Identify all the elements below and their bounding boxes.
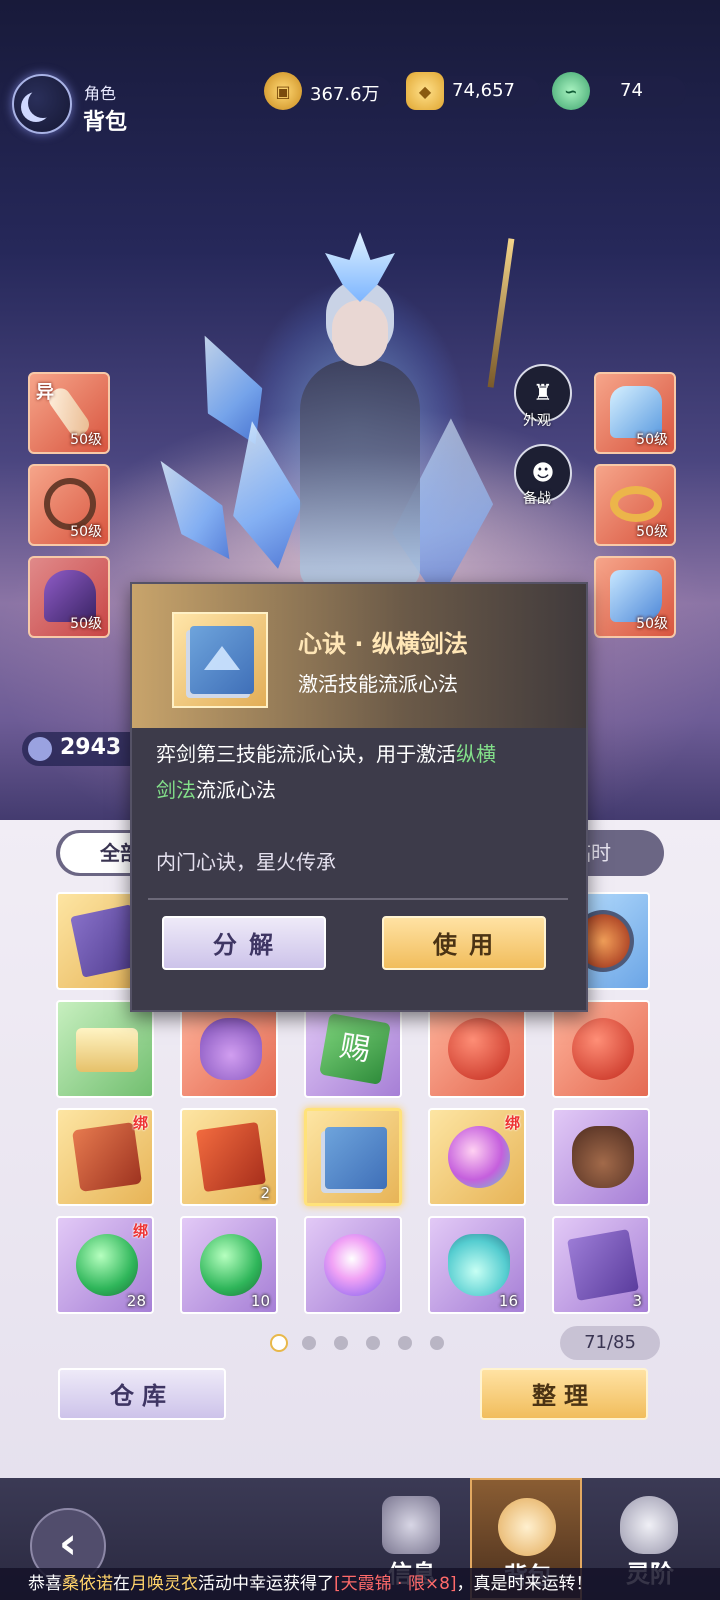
- item-cell[interactable]: [552, 1108, 650, 1206]
- page-dot[interactable]: [302, 1336, 316, 1350]
- item-description: 弈剑第三技能流派心诀，用于激活纵横 剑法流派心法: [156, 742, 496, 802]
- gift-card-icon: 赐: [319, 1013, 391, 1085]
- page-dot[interactable]: [430, 1336, 444, 1350]
- item-cell[interactable]: 3: [552, 1216, 650, 1314]
- equip-slot-boots[interactable]: 50级: [594, 556, 676, 638]
- bag-icon: [498, 1498, 556, 1556]
- equip-slot-hat[interactable]: 50级: [28, 556, 110, 638]
- green-orb-icon: [200, 1234, 262, 1296]
- tooltip-item-icon: [172, 612, 268, 708]
- item-name: 心诀 · 纵横剑法: [298, 630, 468, 658]
- bound-badge: 绑: [132, 1222, 148, 1240]
- equip-slot-pendant[interactable]: 异 50级: [28, 372, 110, 454]
- item-cell[interactable]: 16: [428, 1216, 526, 1314]
- tofu-icon: [76, 1028, 138, 1072]
- bound-badge: 绑: [504, 1114, 520, 1132]
- moon-logo-icon: [12, 74, 72, 134]
- item-cell[interactable]: [428, 1000, 526, 1098]
- item-cell[interactable]: 绑 28: [56, 1216, 154, 1314]
- tooltip-header: 心诀 · 纵横剑法 激活技能流派心法: [132, 584, 586, 728]
- item-cell[interactable]: [56, 1000, 154, 1098]
- equip-slot-bracelet[interactable]: 50级: [28, 464, 110, 546]
- equip-slot-armor[interactable]: 50级: [594, 372, 676, 454]
- purple-book-icon: [567, 1229, 639, 1301]
- item-subtitle: 激活技能流派心法: [298, 672, 458, 696]
- header-subtitle: 角色: [84, 84, 117, 103]
- gem-icon: [324, 1234, 386, 1296]
- appearance-label: 外观: [523, 413, 551, 429]
- item-cell[interactable]: 绑: [56, 1108, 154, 1206]
- use-button[interactable]: 使 用: [382, 916, 546, 970]
- currency-coin[interactable]: ▣ 367.6万: [264, 72, 392, 110]
- page-dot[interactable]: [334, 1336, 348, 1350]
- page-title: 背包: [83, 110, 128, 135]
- blue-book-icon: [325, 1127, 387, 1189]
- ingot-icon: ◆: [406, 72, 444, 110]
- character-head: [332, 300, 388, 366]
- warehouse-button[interactable]: 仓库: [58, 1368, 226, 1420]
- ring-icon: [610, 486, 662, 522]
- jar-icon: [572, 1126, 634, 1188]
- robe-icon: ♜: [533, 380, 553, 406]
- power-icon: [28, 737, 52, 761]
- battle-face-icon: ☻: [531, 460, 555, 486]
- prepare-label: 备战: [523, 491, 551, 507]
- red-book-icon: [195, 1121, 267, 1193]
- item-cell[interactable]: 赐: [304, 1000, 402, 1098]
- item-cell[interactable]: 2: [180, 1108, 278, 1206]
- sort-button[interactable]: 整理: [480, 1368, 648, 1420]
- page-dot[interactable]: [398, 1336, 412, 1350]
- page-dot-active[interactable]: [270, 1334, 288, 1352]
- item-cell[interactable]: [552, 1000, 650, 1098]
- item-cell[interactable]: 绑: [428, 1108, 526, 1206]
- flame-icon: [620, 1496, 678, 1554]
- jade-icon: ∽: [552, 72, 590, 110]
- red-orb-icon: [572, 1018, 634, 1080]
- equip-slot-ring[interactable]: 50级: [594, 464, 676, 546]
- item-source: 内门心诀，星火传承: [156, 850, 336, 874]
- decompose-button[interactable]: 分 解: [162, 916, 326, 970]
- blue-book-icon: [190, 626, 254, 694]
- item-cell[interactable]: [304, 1216, 402, 1314]
- coin-icon: ▣: [264, 72, 302, 110]
- announcement-ticker: 恭喜桑依诺在月唤灵衣活动中幸运获得了[天霞锦 · 限×8]，真是时来运转！: [0, 1568, 720, 1600]
- red-orb-icon: [448, 1018, 510, 1080]
- item-cell[interactable]: [180, 1000, 278, 1098]
- item-cell-selected[interactable]: [304, 1108, 402, 1206]
- divider: [148, 898, 568, 900]
- character-body: [300, 360, 420, 590]
- capacity-counter: 71/85: [560, 1326, 660, 1360]
- potion-icon: [448, 1234, 510, 1296]
- currency-jade[interactable]: ∽ 74: [552, 72, 686, 110]
- currency-ingot[interactable]: ◆ 74,657: [406, 72, 540, 110]
- page-dot[interactable]: [366, 1336, 380, 1350]
- bag-icon: [200, 1018, 262, 1080]
- item-tooltip: 心诀 · 纵横剑法 激活技能流派心法 弈剑第三技能流派心诀，用于激活纵横 剑法流派…: [130, 582, 588, 1012]
- fist-icon: [382, 1496, 440, 1554]
- bound-badge: 绑: [132, 1114, 148, 1132]
- peach-icon: [448, 1126, 510, 1188]
- green-orb-icon: [76, 1234, 138, 1296]
- scroll-card-icon: [71, 1121, 143, 1193]
- item-cell[interactable]: 10: [180, 1216, 278, 1314]
